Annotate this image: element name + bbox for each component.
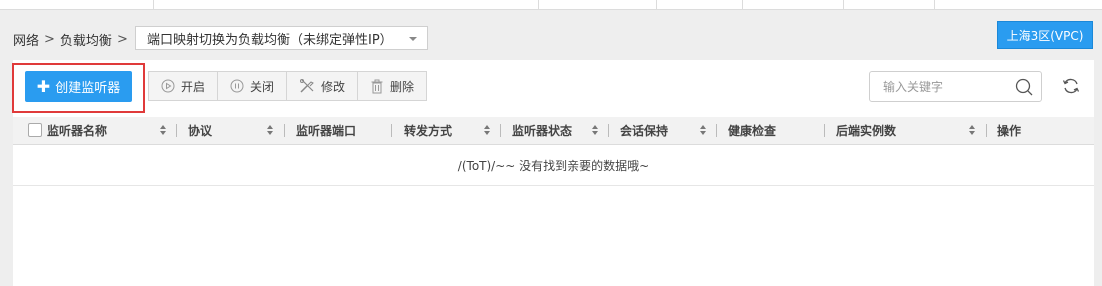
search-input[interactable] [881,78,1015,95]
chevron-down-icon [409,37,417,41]
region-button[interactable]: 上海3区(VPC) [997,21,1093,49]
empty-message: /(ToT)/~~ 没有找到亲要的数据哦~ [457,159,650,173]
pause-circle-icon [230,79,244,93]
sort-icon[interactable] [592,125,599,136]
column-header-protocol[interactable]: 协议 [188,117,296,144]
column-header-session-persistence[interactable]: 会话保持 [620,117,728,144]
tab-divider [934,0,935,9]
modify-label: 修改 [321,79,346,94]
tab-divider [153,0,154,9]
refresh-icon[interactable] [1062,77,1080,95]
close-button[interactable]: 关闭 [218,72,288,100]
column-divider [284,124,285,137]
column-divider [391,124,392,137]
load-balancer-select[interactable]: 端口映射切换为负载均衡（未绑定弹性IP） [135,26,428,50]
breadcrumb-separator: > [116,32,128,47]
highlight-box [12,63,145,113]
column-divider [986,124,987,137]
breadcrumb-item-network[interactable]: 网络 [13,30,39,49]
column-divider [176,124,177,137]
tab-divider [742,0,743,9]
breadcrumb-item-load-balancer[interactable]: 负载均衡 [60,30,112,49]
column-header-backend-count[interactable]: 后端实例数 [836,117,996,144]
column-header-forward-mode[interactable]: 转发方式 [404,117,512,144]
tools-icon [300,79,314,93]
delete-label: 删除 [390,79,415,94]
load-balancer-select-value: 端口映射切换为负载均衡（未绑定弹性IP） [147,32,393,48]
play-circle-icon [161,79,175,93]
table-header: 监听器名称 协议 监听器端口 转发方式 监听器状态 会话保持 健康检查 后端实例… [13,117,1094,145]
delete-button[interactable]: 删除 [358,72,427,100]
tab-divider [538,0,539,9]
search-icon[interactable] [1015,78,1033,96]
column-header-actions: 操作 [997,124,1022,138]
column-header-listener-name[interactable]: 监听器名称 [47,117,187,144]
select-all-checkbox[interactable] [28,123,42,137]
sort-icon[interactable] [484,125,491,136]
tab-divider [843,0,844,9]
column-divider [500,124,501,137]
column-header-listener-port[interactable]: 监听器端口 [296,117,404,144]
column-divider [716,124,717,137]
top-tab-strip [0,0,1102,10]
modify-button[interactable]: 修改 [287,72,359,100]
column-header-health-check[interactable]: 健康检查 [728,117,836,144]
tab-divider [656,0,657,9]
sort-icon[interactable] [267,125,274,136]
column-header-listener-status[interactable]: 监听器状态 [512,117,620,144]
close-label: 关闭 [250,79,275,94]
open-button[interactable]: 开启 [149,72,219,100]
breadcrumb: 网络 > 负载均衡 > [13,30,133,49]
search-box [869,71,1042,102]
action-toolbar: 开启 关闭 修改 删除 [148,71,428,101]
open-label: 开启 [181,79,206,94]
column-divider [608,124,609,137]
sort-icon[interactable] [700,125,707,136]
column-divider [824,124,825,137]
sort-icon[interactable] [969,125,976,136]
table-empty-row: /(ToT)/~~ 没有找到亲要的数据哦~ [13,146,1094,186]
sort-icon[interactable] [160,125,167,136]
trash-icon [371,79,383,93]
breadcrumb-separator: > [44,32,55,47]
